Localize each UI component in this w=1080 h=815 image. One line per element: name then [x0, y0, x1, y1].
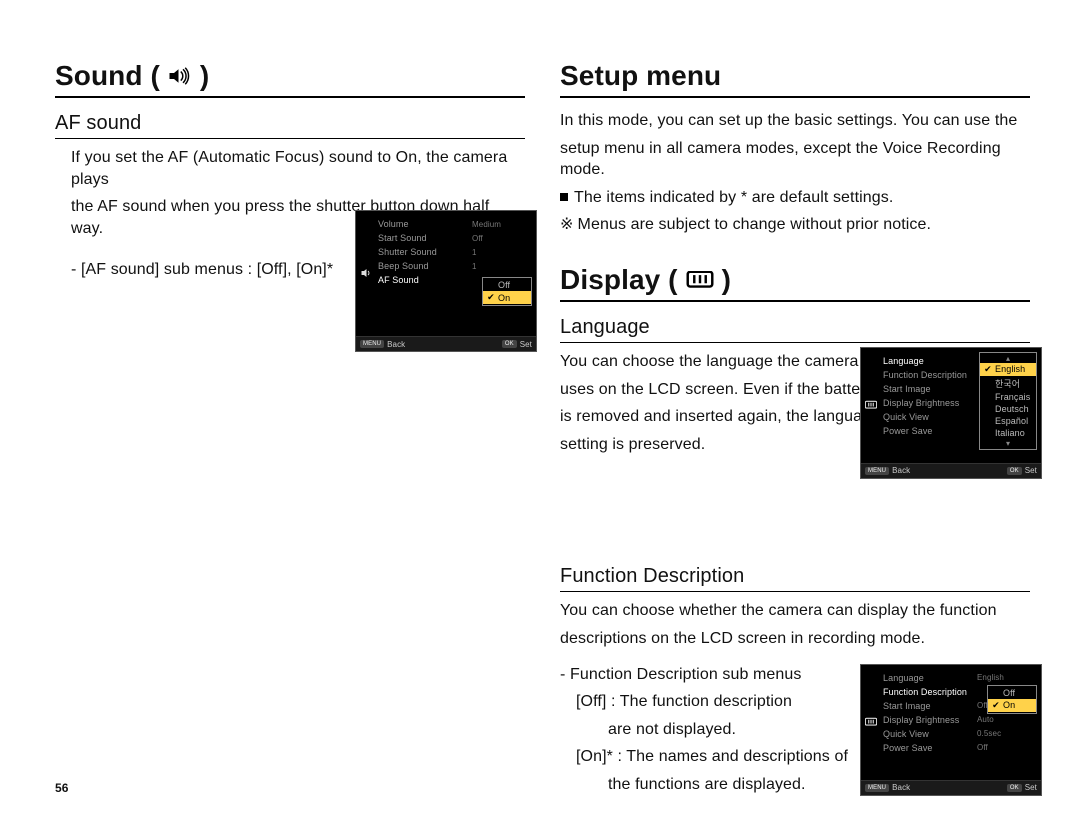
menu-row: VolumeMedium	[376, 217, 532, 231]
sound-heading-close: )	[200, 60, 209, 92]
menu-row: Quick View0.5sec	[881, 727, 1037, 741]
popup-option: Off	[483, 279, 531, 291]
set-button[interactable]: OKSet	[1007, 466, 1037, 475]
menu-row: Display BrightnessAuto	[881, 713, 1037, 727]
af-sound-menu-screenshot: VolumeMedium Start SoundOff Shutter Soun…	[355, 210, 537, 352]
af-sound-heading: AF sound	[55, 112, 525, 139]
function-description-heading: Function Description	[560, 565, 1030, 592]
popup-option-selected: ✔On	[988, 699, 1036, 712]
speaker-loud-icon	[168, 67, 192, 85]
popup-option: Español	[980, 415, 1036, 427]
monitor-icon	[686, 271, 714, 289]
language-popup: ▴ ✔English 한국어 Français Deutsch Español …	[979, 352, 1037, 450]
monitor-icon	[864, 348, 878, 462]
setup-note-defaults: The items indicated by * are default set…	[560, 187, 1030, 209]
check-icon: ✔	[992, 700, 1000, 711]
af-sound-popup: Off ✔On	[482, 277, 532, 306]
check-icon: ✔	[487, 292, 495, 303]
menu-row: Beep Sound1	[376, 259, 532, 273]
setup-desc-line1: In this mode, you can set up the basic s…	[560, 110, 1030, 132]
setup-note-change: ※Menus are subject to change without pri…	[560, 214, 1030, 236]
sound-heading: Sound ( )	[55, 60, 525, 98]
right-column: Setup menu In this mode, you can set up …	[560, 60, 1030, 802]
chevron-down-icon: ▾	[980, 439, 1036, 448]
fd-desc-line: You can choose whether the camera can di…	[560, 600, 1030, 622]
chevron-up-icon: ▴	[980, 354, 1036, 363]
back-button[interactable]: MENUBack	[865, 783, 910, 792]
menu-row: Shutter Sound1	[376, 245, 532, 259]
manual-page: Sound ( ) AF sound If you set the AF (Au…	[0, 0, 1080, 815]
monitor-icon	[864, 665, 878, 779]
menu-footer-bar: MENUBack OKSet	[356, 336, 536, 351]
menu-footer-bar: MENUBack OKSet	[861, 463, 1041, 478]
sound-heading-text: Sound (	[55, 60, 160, 92]
language-heading: Language	[560, 316, 1030, 343]
speaker-icon	[359, 211, 373, 335]
fd-popup: Off ✔On	[987, 685, 1037, 714]
popup-option-selected: ✔English	[980, 363, 1036, 376]
setup-menu-heading: Setup menu	[560, 60, 1030, 98]
menu-footer-bar: MENUBack OKSet	[861, 780, 1041, 795]
language-menu-screenshot: Language Function Description Start Imag…	[860, 347, 1042, 479]
menu-row: Power SaveOff	[881, 741, 1037, 755]
check-icon: ✔	[984, 364, 992, 375]
fd-desc-line: descriptions on the LCD screen in record…	[560, 628, 1030, 650]
af-sound-desc-line1: If you set the AF (Automatic Focus) soun…	[71, 147, 525, 190]
function-description-menu-screenshot: LanguageEnglish Function Description Sta…	[860, 664, 1042, 796]
popup-option: Deutsch	[980, 403, 1036, 415]
menu-row: Start SoundOff	[376, 231, 532, 245]
square-bullet-icon	[560, 193, 568, 201]
popup-option-selected: ✔On	[483, 291, 531, 304]
popup-option: Italiano	[980, 427, 1036, 439]
set-button[interactable]: OKSet	[502, 340, 532, 349]
note-mark-icon: ※	[560, 216, 574, 233]
popup-option: Off	[988, 687, 1036, 699]
back-button[interactable]: MENUBack	[865, 466, 910, 475]
popup-option: 한국어	[980, 376, 1036, 391]
menu-row: LanguageEnglish	[881, 671, 1037, 685]
display-heading: Display ( )	[560, 264, 1030, 302]
back-button[interactable]: MENUBack	[360, 340, 405, 349]
left-column: Sound ( ) AF sound If you set the AF (Au…	[55, 60, 525, 287]
setup-desc-line2: setup menu in all camera modes, except t…	[560, 138, 1030, 181]
set-button[interactable]: OKSet	[1007, 783, 1037, 792]
page-number: 56	[55, 781, 69, 795]
popup-option: Français	[980, 391, 1036, 403]
